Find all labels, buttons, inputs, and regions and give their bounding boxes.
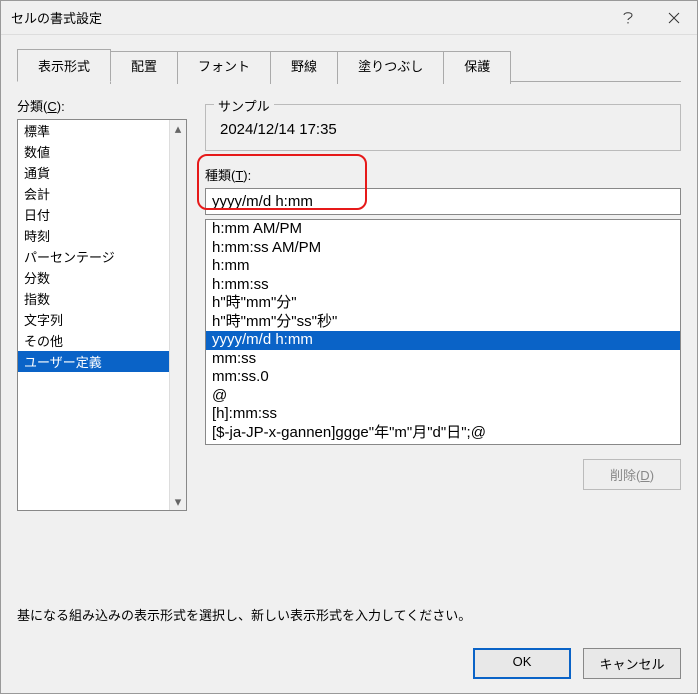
format-item[interactable]: h"時"mm"分": [206, 294, 680, 313]
format-item[interactable]: mm:ss.0: [206, 368, 680, 387]
scroll-down-icon[interactable]: ▾: [170, 493, 186, 510]
tab-0[interactable]: 表示形式: [17, 49, 111, 82]
cancel-button[interactable]: キャンセル: [583, 648, 681, 679]
category-item[interactable]: 日付: [18, 204, 186, 225]
format-item[interactable]: h:mm:ss AM/PM: [206, 239, 680, 258]
scroll-up-icon[interactable]: ▴: [206, 442, 680, 445]
type-label: 種類(T):: [205, 165, 681, 184]
type-input[interactable]: [205, 188, 681, 215]
details-column: サンプル 2024/12/14 17:35 種類(T): ここを編集 h:mm …: [205, 96, 681, 579]
category-item[interactable]: 時刻: [18, 225, 186, 246]
category-column: 分類(C): 標準数値通貨会計日付時刻パーセンテージ分数指数文字列その他ユーザー…: [17, 96, 187, 579]
footer: OK キャンセル: [1, 634, 697, 693]
category-item[interactable]: ユーザー定義: [18, 351, 186, 372]
scrollbar[interactable]: ▴ ▾: [169, 120, 186, 510]
scrollbar[interactable]: ▴ ▾: [206, 442, 680, 445]
tab-strip: 表示形式配置フォント野線塗りつぶし保護: [17, 49, 681, 82]
sample-value: 2024/12/14 17:35: [216, 115, 670, 140]
sample-group: サンプル 2024/12/14 17:35: [205, 104, 681, 151]
format-item[interactable]: h:mm: [206, 257, 680, 276]
sample-label: サンプル: [214, 96, 274, 115]
category-item[interactable]: パーセンテージ: [18, 246, 186, 267]
format-cells-dialog: セルの書式設定 表示形式配置フォント野線塗りつぶし保護 分類(C): 標準数値通…: [0, 0, 698, 694]
tab-1[interactable]: 配置: [110, 51, 178, 84]
tab-2[interactable]: フォント: [177, 51, 271, 84]
scroll-up-icon[interactable]: ▴: [170, 120, 186, 137]
format-item[interactable]: h"時"mm"分"ss"秒": [206, 313, 680, 332]
delete-button[interactable]: 削除(D): [583, 459, 681, 490]
format-item[interactable]: [h]:mm:ss: [206, 405, 680, 424]
category-list[interactable]: 標準数値通貨会計日付時刻パーセンテージ分数指数文字列その他ユーザー定義 ▴ ▾: [17, 119, 187, 511]
tab-5[interactable]: 保護: [443, 51, 511, 84]
hint-text: 基になる組み込みの表示形式を選択し、新しい表示形式を入力してください。: [17, 605, 681, 624]
tab-4[interactable]: 塗りつぶし: [337, 51, 444, 84]
format-item[interactable]: mm:ss: [206, 350, 680, 369]
category-item[interactable]: 指数: [18, 288, 186, 309]
type-input-wrap: [205, 188, 681, 215]
tab-3[interactable]: 野線: [270, 51, 338, 84]
format-item[interactable]: [$-ja-JP-x-gannen]ggge"年"m"月"d"日";@: [206, 424, 680, 443]
format-item[interactable]: yyyy/m/d h:mm: [206, 331, 680, 350]
tab-body: 分類(C): 標準数値通貨会計日付時刻パーセンテージ分数指数文字列その他ユーザー…: [17, 96, 681, 579]
category-item[interactable]: 文字列: [18, 309, 186, 330]
close-button[interactable]: [651, 1, 697, 35]
dialog-title: セルの書式設定: [11, 8, 605, 27]
format-item[interactable]: h:mm AM/PM: [206, 220, 680, 239]
category-label: 分類(C):: [17, 96, 187, 115]
category-item[interactable]: 分数: [18, 267, 186, 288]
category-item[interactable]: 数値: [18, 141, 186, 162]
category-item[interactable]: その他: [18, 330, 186, 351]
delete-row: 削除(D): [205, 459, 681, 490]
format-item[interactable]: @: [206, 387, 680, 406]
category-item[interactable]: 標準: [18, 120, 186, 141]
ok-button[interactable]: OK: [473, 648, 571, 679]
category-item[interactable]: 通貨: [18, 162, 186, 183]
titlebar: セルの書式設定: [1, 1, 697, 35]
content-area: 表示形式配置フォント野線塗りつぶし保護 分類(C): 標準数値通貨会計日付時刻パ…: [1, 35, 697, 634]
format-list[interactable]: h:mm AM/PMh:mm:ss AM/PMh:mmh:mm:ssh"時"mm…: [205, 219, 681, 445]
help-button[interactable]: [605, 1, 651, 35]
category-item[interactable]: 会計: [18, 183, 186, 204]
format-item[interactable]: h:mm:ss: [206, 276, 680, 295]
